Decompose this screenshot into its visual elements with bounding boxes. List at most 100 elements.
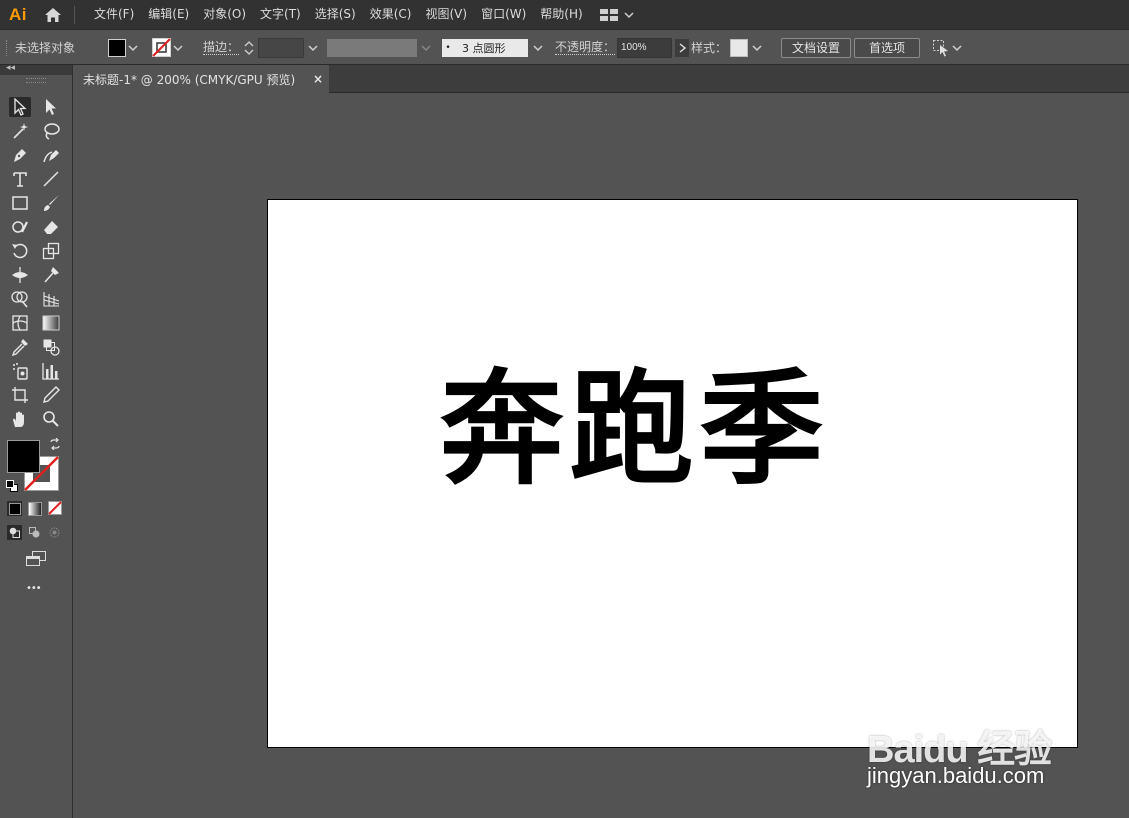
selection-tool-icon[interactable] <box>9 97 31 117</box>
direct-selection-tool-icon[interactable] <box>40 97 62 117</box>
menu-view[interactable]: 视图(V) <box>418 0 474 29</box>
brush-definition[interactable]: • 3 点圆形 <box>442 30 545 65</box>
symbol-sprayer-tool-icon[interactable] <box>9 361 31 381</box>
width-tool-icon[interactable] <box>9 265 31 285</box>
pin-select-icon <box>933 39 948 56</box>
control-bar: 未选择对象 描边： • 3 点圆形 不透明度： 100% 样式： 文档设置 首选… <box>0 29 1129 65</box>
magic-wand-tool-icon[interactable] <box>9 121 31 141</box>
watermark-url: jingyan.baidu.com <box>867 763 1045 788</box>
watermark: Baidu 经验 jingyan.baidu.com <box>867 696 1067 800</box>
draw-inside-icon[interactable] <box>49 527 60 541</box>
none-mode-button[interactable] <box>48 501 62 518</box>
control-bar-grip <box>6 30 9 65</box>
artboard[interactable]: 奔跑季 <box>267 199 1078 748</box>
menu-type[interactable]: 文字(T) <box>253 0 308 29</box>
eyedropper-tool-icon[interactable] <box>9 337 31 357</box>
perspective-grid-tool-icon[interactable] <box>40 289 62 309</box>
rotate-tool-icon[interactable] <box>9 241 31 261</box>
document-setup-button[interactable]: 文档设置 <box>781 37 852 58</box>
document-tab[interactable]: 未标题-1* @ 200% (CMYK/GPU 预览) × <box>73 65 329 93</box>
brush-definition-field: • 3 点圆形 <box>442 38 528 57</box>
chevron-down-icon[interactable] <box>306 41 320 55</box>
menu-effect[interactable]: 效果(C) <box>363 0 419 29</box>
gradient-tool-icon[interactable] <box>40 313 62 333</box>
home-icon[interactable] <box>36 0 70 29</box>
panel-grip[interactable] <box>26 78 46 83</box>
chevron-down-icon[interactable] <box>171 41 185 55</box>
workspace-layout-icon <box>599 8 618 21</box>
gradient-mode-button[interactable] <box>28 502 42 516</box>
opacity-input[interactable]: 100% <box>617 37 672 58</box>
opacity-label[interactable]: 不透明度： <box>555 40 616 55</box>
menu-help[interactable]: 帮助(H) <box>533 0 589 29</box>
menu-file[interactable]: 文件(F) <box>87 0 141 29</box>
column-graph-tool-icon[interactable] <box>40 361 62 381</box>
graphic-style-swatch <box>730 38 748 57</box>
collapse-panel-icon[interactable]: ◂◂ <box>6 63 15 73</box>
draw-behind-icon[interactable] <box>29 527 40 541</box>
pen-tool-icon[interactable] <box>9 145 31 165</box>
color-mode-swatch <box>8 502 21 515</box>
divider <box>74 5 75 24</box>
panel-header: ◂◂ <box>0 63 72 75</box>
stepper-arrows-icon[interactable] <box>243 39 255 57</box>
document-tab-strip: 未标题-1* @ 200% (CMYK/GPU 预览) × <box>73 65 1129 93</box>
draw-normal-icon[interactable] <box>7 525 22 540</box>
tools-panel: ◂◂ ••• <box>0 63 73 818</box>
arrange-documents[interactable] <box>932 30 964 65</box>
preferences-button[interactable]: 首选项 <box>854 37 921 58</box>
workspace-switcher[interactable] <box>599 8 634 21</box>
menu-edit[interactable]: 编辑(E) <box>141 0 196 29</box>
slice-tool-icon[interactable] <box>40 385 62 405</box>
puppet-warp-tool-icon[interactable] <box>40 265 62 285</box>
type-tool-icon[interactable] <box>9 169 31 189</box>
line-segment-tool-icon[interactable] <box>40 169 62 189</box>
chevron-right-icon[interactable] <box>675 38 689 57</box>
fill-swatch[interactable] <box>108 30 140 65</box>
menu-bar: Ai 文件(F) 编辑(E) 对象(O) 文字(T) 选择(S) 效果(C) 视… <box>0 0 1129 29</box>
artwork-text[interactable]: 奔跑季 <box>230 368 1039 492</box>
stroke-none-icon <box>152 38 171 57</box>
zoom-tool-icon[interactable] <box>40 409 62 429</box>
close-icon[interactable]: × <box>313 72 323 86</box>
style-label: 样式： <box>691 41 728 55</box>
fill-swatch-color <box>108 38 126 57</box>
menu-object[interactable]: 对象(O) <box>196 0 253 29</box>
opacity-control[interactable]: 100% <box>617 30 689 65</box>
curvature-tool-icon[interactable] <box>40 145 62 165</box>
edit-toolbar-icon[interactable]: ••• <box>26 583 42 594</box>
rectangle-tool-icon[interactable] <box>9 193 31 213</box>
lasso-tool-icon[interactable] <box>40 121 62 141</box>
menu-select[interactable]: 选择(S) <box>308 0 363 29</box>
eraser-tool-icon[interactable] <box>40 217 62 237</box>
shaper-tool-icon[interactable] <box>9 217 31 237</box>
artboard-tool-icon[interactable] <box>9 385 31 405</box>
chevron-down-icon[interactable] <box>126 41 140 55</box>
paintbrush-tool-icon[interactable] <box>40 193 62 213</box>
brush-label: 3 点圆形 <box>462 41 506 55</box>
graphic-style-picker[interactable] <box>730 30 764 65</box>
color-mode-button[interactable] <box>7 501 22 516</box>
stroke-weight-stepper[interactable] <box>243 30 320 65</box>
menu-window[interactable]: 窗口(W) <box>474 0 533 29</box>
mesh-tool-icon[interactable] <box>9 313 31 333</box>
fill-color-box[interactable] <box>7 440 40 473</box>
selection-status: 未选择对象 <box>15 41 76 55</box>
stroke-label[interactable]: 描边： <box>203 40 240 55</box>
chevron-down-icon[interactable] <box>950 41 964 55</box>
scale-tool-icon[interactable] <box>40 241 62 261</box>
default-colors-icon[interactable] <box>6 480 18 495</box>
app-logo: Ai <box>9 4 27 24</box>
menu-items: 文件(F) 编辑(E) 对象(O) 文字(T) 选择(S) 效果(C) 视图(V… <box>87 0 590 29</box>
shape-builder-tool-icon[interactable] <box>9 289 31 309</box>
chevron-down-icon[interactable] <box>750 41 764 55</box>
chevron-down-icon[interactable] <box>419 41 433 55</box>
blend-tool-icon[interactable] <box>40 337 62 357</box>
variable-width-profile[interactable] <box>327 30 433 65</box>
screen-mode-icon[interactable] <box>25 551 47 570</box>
hand-tool-icon[interactable] <box>9 409 31 429</box>
stroke-swatch[interactable] <box>152 30 185 65</box>
stroke-weight-input[interactable] <box>258 37 304 58</box>
chevron-down-icon[interactable] <box>531 41 545 55</box>
swap-fill-stroke-icon[interactable] <box>49 437 61 453</box>
